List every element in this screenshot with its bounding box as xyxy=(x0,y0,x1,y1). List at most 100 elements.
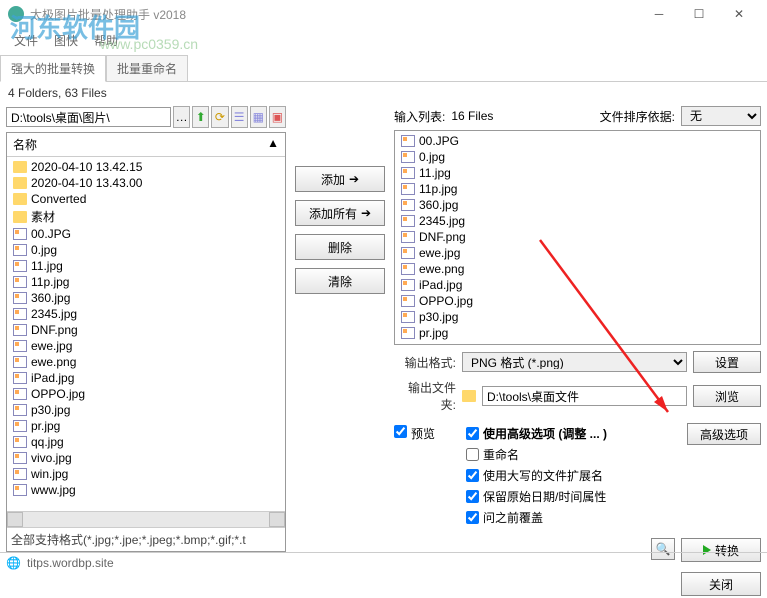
browse-button[interactable]: 浏览 xyxy=(693,385,761,407)
image-icon xyxy=(401,247,415,259)
list-item[interactable]: ewe.jpg xyxy=(9,338,283,354)
view-list-button[interactable]: ☰ xyxy=(231,106,248,128)
list-item[interactable]: ewe.png xyxy=(397,261,758,277)
list-item[interactable]: 素材 xyxy=(9,207,283,226)
advanced-options-button[interactable]: 高级选项 xyxy=(687,423,761,445)
rename-checkbox[interactable] xyxy=(466,448,479,461)
maximize-button[interactable]: ☐ xyxy=(679,2,719,26)
clear-button[interactable]: 清除 xyxy=(295,268,385,294)
list-item[interactable]: ewe.jpg xyxy=(397,245,758,261)
delete-button[interactable]: 删除 xyxy=(295,234,385,260)
scrollbar-horizontal[interactable] xyxy=(7,511,285,527)
up-folder-button[interactable]: ⬆ xyxy=(192,106,209,128)
image-icon xyxy=(401,151,415,163)
list-body[interactable]: 2020-04-10 13.42.152020-04-10 13.43.00Co… xyxy=(7,157,285,511)
titlebar: 太极图片批量处理助手 v2018 ─ ☐ ✕ xyxy=(0,0,767,28)
minimize-button[interactable]: ─ xyxy=(639,2,679,26)
output-format-label: 输出格式: xyxy=(394,354,456,371)
image-icon xyxy=(401,311,415,323)
settings-button[interactable]: 设置 xyxy=(693,351,761,373)
list-item[interactable]: pr.jpg xyxy=(9,418,283,434)
list-item[interactable]: 11.jpg xyxy=(397,165,758,181)
refresh-button[interactable]: ⟳ xyxy=(211,106,228,128)
list-item[interactable]: 11p.jpg xyxy=(9,274,283,290)
image-icon xyxy=(13,452,27,464)
menu-file[interactable]: 文件 xyxy=(8,30,44,51)
advanced-checkbox[interactable] xyxy=(466,427,479,440)
list-item[interactable]: 2345.jpg xyxy=(397,213,758,229)
list-item[interactable]: 360.jpg xyxy=(9,290,283,306)
list-item[interactable]: p30.jpg xyxy=(9,402,283,418)
image-icon xyxy=(13,276,27,288)
list-item[interactable]: 2020-04-10 13.42.15 xyxy=(9,159,283,175)
list-item[interactable]: 11.jpg xyxy=(9,258,283,274)
image-icon xyxy=(13,308,27,320)
output-file-list[interactable]: 00.JPG0.jpg11.jpg11p.jpg360.jpg2345.jpgD… xyxy=(394,130,761,345)
image-icon xyxy=(13,404,27,416)
browse-folder-button[interactable]: … xyxy=(173,106,190,128)
list-item[interactable]: qq.jpg xyxy=(9,434,283,450)
list-item[interactable]: 2345.jpg xyxy=(9,306,283,322)
list-item[interactable]: 360.jpg xyxy=(397,197,758,213)
menu-help[interactable]: 帮助 xyxy=(88,30,124,51)
view-details-button[interactable]: ▦ xyxy=(250,106,267,128)
app-icon xyxy=(8,6,24,22)
image-icon xyxy=(13,436,27,448)
folder-icon xyxy=(13,211,27,223)
keepdate-checkbox[interactable] xyxy=(466,490,479,503)
col-name: 名称 xyxy=(13,136,37,153)
list-item[interactable]: 00.JPG xyxy=(397,133,758,149)
menubar: 文件 图快 帮助 xyxy=(0,28,767,53)
address-input[interactable] xyxy=(6,107,171,127)
preview-checkbox[interactable] xyxy=(394,425,407,438)
list-item[interactable]: DNF.png xyxy=(9,322,283,338)
image-icon xyxy=(13,356,27,368)
list-item[interactable]: DNF.png xyxy=(397,229,758,245)
globe-icon: 🌐 xyxy=(6,556,21,570)
list-item[interactable]: Converted xyxy=(9,191,283,207)
image-icon xyxy=(401,135,415,147)
image-icon xyxy=(13,372,27,384)
format-filter[interactable]: 全部支持格式(*.jpg;*.jpe;*.jpeg;*.bmp;*.gif;*.… xyxy=(7,527,285,551)
tab-batch-rename[interactable]: 批量重命名 xyxy=(106,55,188,81)
add-all-button[interactable]: 添加所有➔ xyxy=(295,200,385,226)
image-icon xyxy=(13,228,27,240)
image-icon xyxy=(13,388,27,400)
add-button[interactable]: 添加➔ xyxy=(295,166,385,192)
output-format-select[interactable]: PNG 格式 (*.png) xyxy=(462,352,687,372)
list-item[interactable]: 2020-04-10 13.43.00 xyxy=(9,175,283,191)
list-item[interactable]: www.jpg xyxy=(9,482,283,498)
uppercase-checkbox[interactable] xyxy=(466,469,479,482)
view-thumb-button[interactable]: ▣ xyxy=(269,106,286,128)
image-icon xyxy=(13,484,27,496)
list-item[interactable]: iPad.jpg xyxy=(9,370,283,386)
image-icon xyxy=(13,260,27,272)
image-icon xyxy=(401,231,415,243)
image-icon xyxy=(13,244,27,256)
folder-icon xyxy=(13,161,27,173)
list-item[interactable]: ewe.png xyxy=(9,354,283,370)
image-icon xyxy=(401,327,415,339)
list-header[interactable]: 名称▲ xyxy=(7,133,285,157)
tab-bar: 强大的批量转换 批量重命名 xyxy=(0,55,767,82)
list-item[interactable]: pr.jpg xyxy=(397,325,758,341)
close-button[interactable]: ✕ xyxy=(719,2,759,26)
output-folder-input[interactable] xyxy=(482,386,687,406)
list-item[interactable]: win.jpg xyxy=(9,466,283,482)
list-item[interactable]: OPPO.jpg xyxy=(397,293,758,309)
list-item[interactable]: 11p.jpg xyxy=(397,181,758,197)
list-item[interactable]: 0.jpg xyxy=(397,149,758,165)
close-dialog-button[interactable]: 关闭 xyxy=(681,572,761,596)
list-item[interactable]: OPPO.jpg xyxy=(9,386,283,402)
statusbar: 🌐 titps.wordbp.site xyxy=(0,552,767,572)
list-item[interactable]: vivo.jpg xyxy=(9,450,283,466)
list-item[interactable]: iPad.jpg xyxy=(397,277,758,293)
tab-batch-convert[interactable]: 强大的批量转换 xyxy=(0,55,106,82)
list-item[interactable]: p30.jpg xyxy=(397,309,758,325)
list-item[interactable]: 0.jpg xyxy=(9,242,283,258)
sort-select[interactable]: 无 xyxy=(681,106,761,126)
overwrite-checkbox[interactable] xyxy=(466,511,479,524)
folder-icon xyxy=(13,193,27,205)
list-item[interactable]: 00.JPG xyxy=(9,226,283,242)
menu-quick[interactable]: 图快 xyxy=(48,30,84,51)
